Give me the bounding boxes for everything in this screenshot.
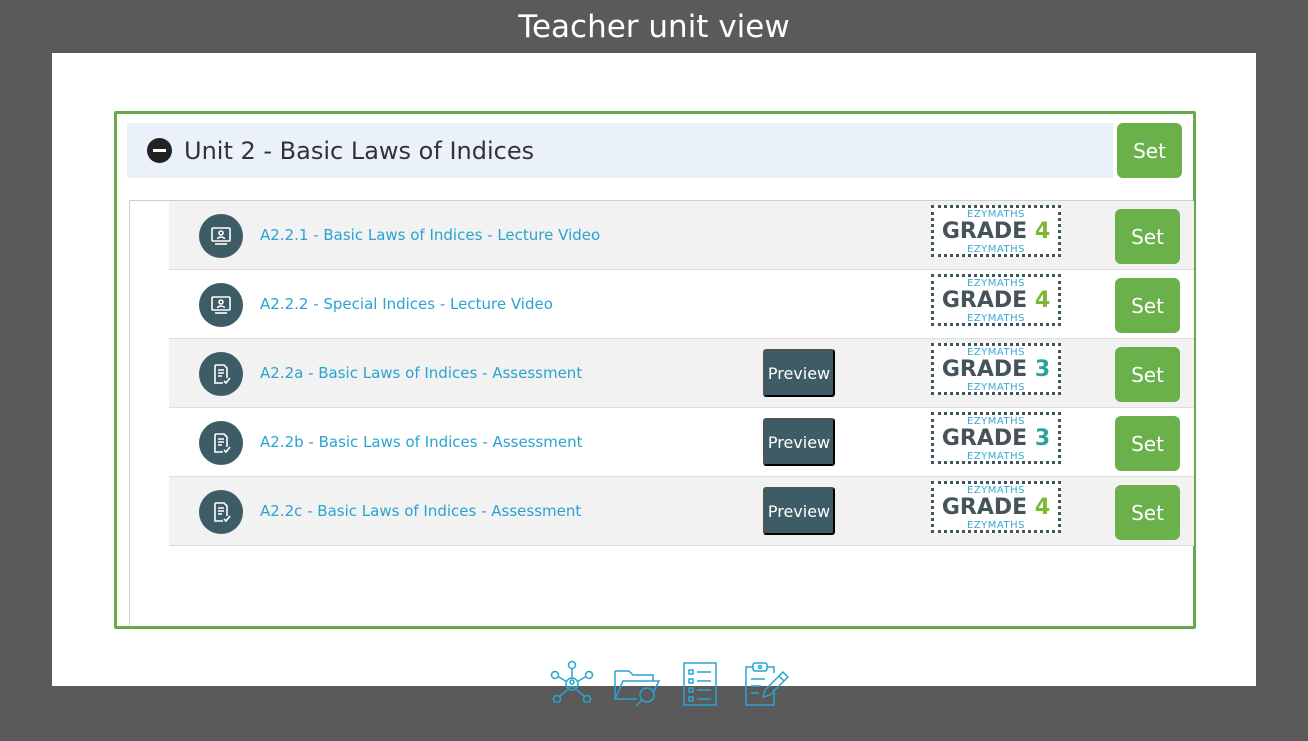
network-icon[interactable] — [547, 659, 597, 709]
grade-badge: EZYMATHS GRADE 3 EZYMATHS — [931, 343, 1061, 395]
brand-bottom: EZYMATHS — [967, 313, 1025, 324]
unit-item-row: A2.2a - Basic Laws of Indices - Assessme… — [169, 339, 1194, 408]
item-set-button[interactable]: Set — [1115, 347, 1180, 402]
unit-title: Unit 2 - Basic Laws of Indices — [184, 136, 535, 165]
unit-items-list: A2.2.1 - Basic Laws of Indices - Lecture… — [129, 200, 1194, 707]
unit-item-row: A2.2b - Basic Laws of Indices - Assessme… — [169, 408, 1194, 477]
assessment-icon — [199, 490, 243, 534]
grade-label: GRADE 3 — [941, 426, 1051, 451]
clipboard-edit-icon[interactable] — [739, 659, 790, 709]
item-link[interactable]: A2.2c - Basic Laws of Indices - Assessme… — [260, 502, 581, 520]
lecture-video-icon — [199, 283, 243, 327]
frame-title: Teacher unit view — [518, 9, 790, 45]
grade-badge: EZYMATHS GRADE 4 EZYMATHS — [931, 205, 1061, 257]
unit-panel: Unit 2 - Basic Laws of Indices Set A2.2.… — [114, 111, 1196, 707]
item-link[interactable]: A2.2.2 - Special Indices - Lecture Video — [260, 295, 553, 313]
item-set-button[interactable]: Set — [1115, 209, 1180, 264]
unit-header[interactable]: Unit 2 - Basic Laws of Indices — [127, 123, 1113, 178]
folder-search-icon[interactable] — [611, 659, 661, 709]
lecture-video-icon — [199, 214, 243, 258]
item-link[interactable]: A2.2a - Basic Laws of Indices - Assessme… — [260, 364, 582, 382]
preview-button[interactable]: Preview — [763, 487, 835, 535]
checklist-icon[interactable] — [675, 659, 725, 709]
unit-item-row: A2.2.2 - Special Indices - Lecture Video… — [169, 270, 1194, 339]
grade-label: GRADE 4 — [941, 495, 1051, 520]
grade-label: GRADE 4 — [941, 288, 1051, 313]
preview-button[interactable]: Preview — [763, 418, 835, 466]
brand-bottom: EZYMATHS — [967, 244, 1025, 255]
grade-badge: EZYMATHS GRADE 3 EZYMATHS — [931, 412, 1061, 464]
unit-set-button[interactable]: Set — [1117, 123, 1182, 178]
item-set-button[interactable]: Set — [1115, 485, 1180, 540]
preview-button[interactable]: Preview — [763, 349, 835, 397]
brand-bottom: EZYMATHS — [967, 451, 1025, 462]
grade-badge: EZYMATHS GRADE 4 EZYMATHS — [931, 481, 1061, 533]
unit-tools — [130, 659, 1206, 711]
grade-label: GRADE 3 — [941, 357, 1051, 382]
brand-bottom: EZYMATHS — [967, 382, 1025, 393]
item-set-button[interactable]: Set — [1115, 416, 1180, 471]
grade-label: GRADE 4 — [941, 219, 1051, 244]
unit-item-row: A2.2c - Basic Laws of Indices - Assessme… — [169, 477, 1194, 546]
item-set-button[interactable]: Set — [1115, 278, 1180, 333]
assessment-icon — [199, 421, 243, 465]
collapse-icon[interactable] — [147, 138, 172, 163]
unit-item-row: A2.2.1 - Basic Laws of Indices - Lecture… — [169, 201, 1194, 270]
assessment-icon — [199, 352, 243, 396]
brand-bottom: EZYMATHS — [967, 520, 1025, 531]
grade-badge: EZYMATHS GRADE 4 EZYMATHS — [931, 274, 1061, 326]
item-link[interactable]: A2.2b - Basic Laws of Indices - Assessme… — [260, 433, 583, 451]
item-link[interactable]: A2.2.1 - Basic Laws of Indices - Lecture… — [260, 226, 600, 244]
canvas: Unit 2 - Basic Laws of Indices Set A2.2.… — [52, 53, 1256, 707]
